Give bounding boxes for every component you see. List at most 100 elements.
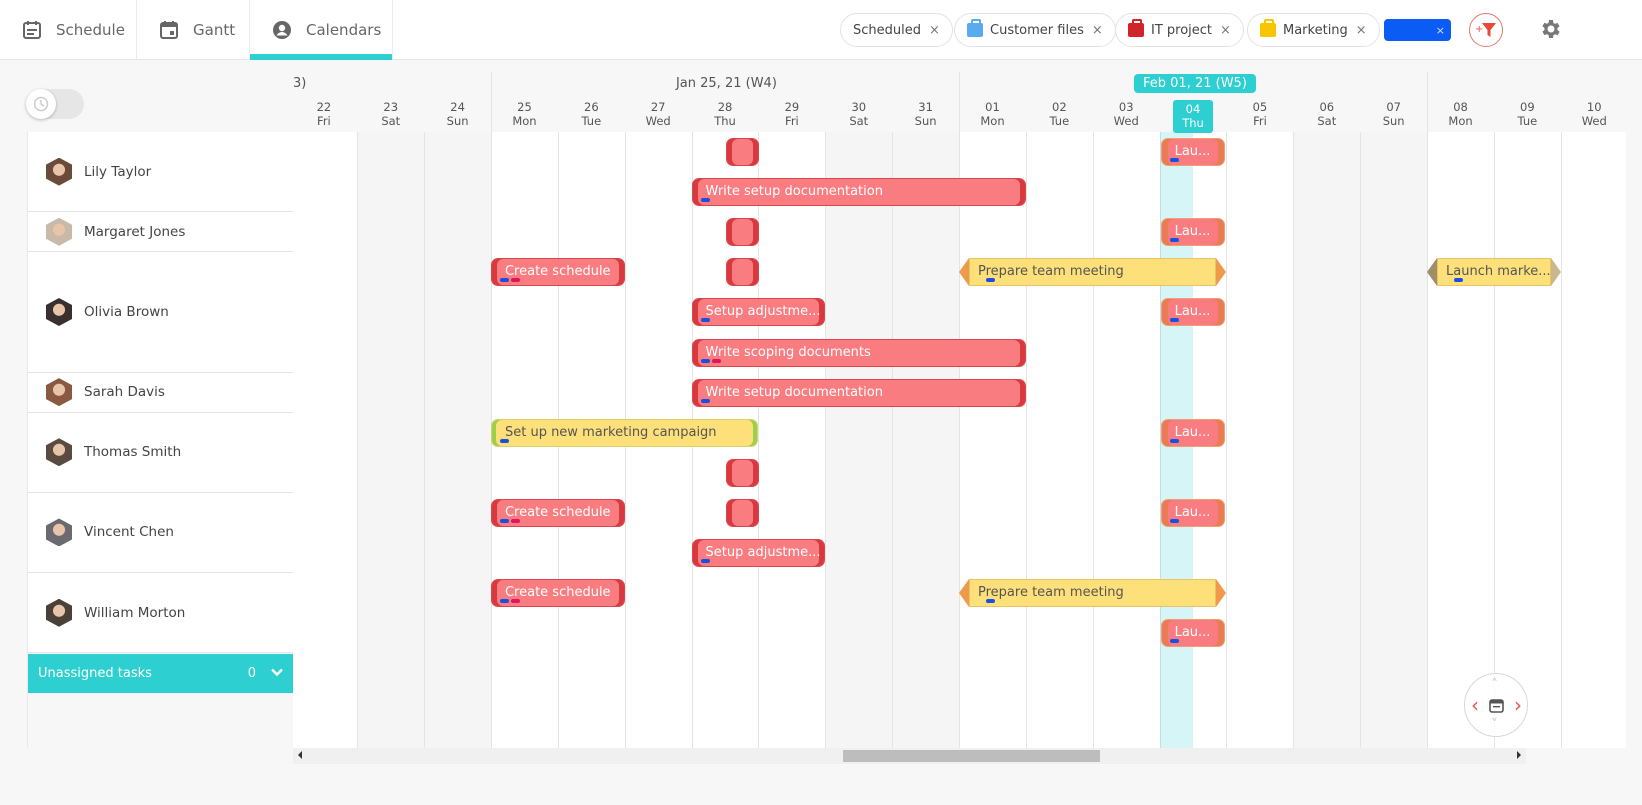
day-header[interactable]: 01 Mon <box>959 100 1026 128</box>
blue-marker <box>986 599 995 604</box>
resource-row[interactable]: Vincent Chen <box>28 492 294 574</box>
task-markers <box>1169 158 1179 162</box>
scroll-right-arrow[interactable] <box>1517 751 1521 759</box>
day-of-week: Sun <box>914 114 937 128</box>
day-header[interactable]: 10 Wed <box>1561 100 1628 128</box>
day-header[interactable]: 25 Mon <box>491 100 558 128</box>
task-bar[interactable]: Lau... <box>1160 619 1226 648</box>
close-icon[interactable]: × <box>1436 24 1445 37</box>
task-label: Lau... <box>1174 224 1211 240</box>
day-header[interactable]: 28 Thu <box>692 100 759 128</box>
horizontal-scrollbar[interactable] <box>293 748 1526 764</box>
add-filter-button[interactable]: + <box>1469 13 1503 47</box>
task-bar[interactable] <box>725 498 759 527</box>
day-of-week: Thu <box>1182 116 1204 130</box>
unassigned-tasks-bar[interactable]: Unassigned tasks 0 <box>28 654 294 693</box>
calendar-icon[interactable] <box>1489 698 1504 713</box>
milestone-bar[interactable]: Launch marke... <box>1437 258 1551 287</box>
close-icon[interactable]: × <box>1092 23 1103 38</box>
filter-chip-scheduled[interactable]: Scheduled × <box>840 13 953 47</box>
resource-row[interactable]: Olivia Brown <box>28 252 294 373</box>
close-icon[interactable]: × <box>1220 23 1231 38</box>
task-bar[interactable]: Create schedule <box>490 498 625 527</box>
day-number: 06 <box>1319 100 1335 114</box>
milestone-bar[interactable]: Prepare team meeting <box>969 579 1217 608</box>
task-label: Write scoping documents <box>705 344 871 360</box>
gear-icon[interactable] <box>1538 17 1562 41</box>
day-header[interactable]: 05 Fri <box>1226 100 1293 128</box>
task-bar[interactable]: Lau... <box>1160 418 1226 447</box>
resource-row[interactable]: Margaret Jones <box>28 212 294 253</box>
resource-row[interactable]: Lily Taylor <box>28 132 294 213</box>
blue-marker <box>986 278 995 283</box>
close-icon[interactable]: × <box>929 23 940 38</box>
task-bar[interactable] <box>725 258 759 287</box>
task-bar[interactable]: Write setup documentation <box>691 178 1026 207</box>
day-header[interactable]: 26 Tue <box>558 100 625 128</box>
nav-up-button[interactable]: ˄ <box>1491 678 1498 692</box>
day-header[interactable]: 09 Tue <box>1494 100 1561 128</box>
nav-next-button[interactable]: › <box>1514 695 1522 715</box>
day-header[interactable]: 02 Tue <box>1026 100 1093 128</box>
day-header[interactable]: 04 Thu <box>1173 100 1213 133</box>
task-bar[interactable]: Lau... <box>1160 218 1226 247</box>
resource-row[interactable]: Thomas Smith <box>28 412 294 493</box>
blue-marker <box>700 198 710 203</box>
blue-marker <box>499 278 509 283</box>
task-bar[interactable]: Create schedule <box>490 579 625 608</box>
scroll-left-arrow[interactable] <box>298 751 302 759</box>
blue-marker <box>700 318 710 323</box>
tab-gantt[interactable]: Gantt <box>137 0 250 60</box>
day-column <box>959 132 1026 748</box>
task-bar[interactable] <box>725 218 759 247</box>
task-bar[interactable]: Lau... <box>1160 498 1226 527</box>
task-markers <box>700 198 710 203</box>
tab-calendars[interactable]: Calendars <box>250 0 393 60</box>
task-label: Lau... <box>1174 424 1211 440</box>
day-header[interactable]: 31 Sun <box>892 100 959 128</box>
day-header[interactable]: 24 Sun <box>424 100 491 128</box>
filter-chip-marketing[interactable]: Marketing × <box>1247 13 1380 47</box>
task-bar[interactable] <box>725 458 759 487</box>
day-header[interactable]: 03 Wed <box>1093 100 1160 128</box>
milestone-start-arrow <box>1427 258 1438 287</box>
day-header[interactable]: 29 Fri <box>758 100 825 128</box>
time-toggle[interactable] <box>26 89 84 119</box>
milestone-bar[interactable]: Prepare team meeting <box>969 258 1217 287</box>
day-header[interactable]: 30 Sat <box>825 100 892 128</box>
task-bar[interactable]: Setup adjustme... <box>691 539 826 567</box>
pink-marker <box>510 518 520 523</box>
task-bar[interactable]: Lau... <box>1160 138 1226 166</box>
task-bar[interactable]: Lau... <box>1160 298 1226 327</box>
filter-chip-customer-files[interactable]: Customer files × <box>954 13 1116 47</box>
day-header[interactable]: 07 Sun <box>1360 100 1427 128</box>
day-header[interactable]: 23 Sat <box>357 100 424 128</box>
nav-prev-button[interactable]: ‹ <box>1471 695 1479 715</box>
task-bar[interactable]: Create schedule <box>490 258 625 287</box>
resource-row[interactable]: William Morton <box>28 573 294 654</box>
task-bar[interactable]: Setup adjustme... <box>691 298 826 327</box>
chevron-down-icon[interactable] <box>270 665 284 679</box>
day-of-week: Fri <box>785 114 799 128</box>
task-label: Lau... <box>1174 625 1211 641</box>
day-header[interactable]: 06 Sat <box>1293 100 1360 128</box>
day-header[interactable]: 27 Wed <box>625 100 692 128</box>
toggle-knob[interactable] <box>26 89 56 119</box>
day-header[interactable]: 22 Fri <box>293 100 357 128</box>
task-label: Write setup documentation <box>705 184 883 200</box>
task-bar[interactable]: Write setup documentation <box>691 378 1026 407</box>
filter-chip-color[interactable]: × <box>1384 19 1451 41</box>
tab-schedule[interactable]: Schedule <box>0 0 137 60</box>
nav-down-button[interactable]: ˅ <box>1491 718 1498 732</box>
day-number: 27 <box>650 100 666 114</box>
day-header[interactable]: 08 Mon <box>1427 100 1494 128</box>
resource-row[interactable]: Sarah Davis <box>28 372 294 413</box>
task-bar[interactable] <box>725 138 759 166</box>
day-of-week: Sat <box>849 114 869 128</box>
close-icon[interactable]: × <box>1356 23 1367 38</box>
task-bar[interactable]: Write scoping documents <box>691 338 1026 367</box>
filter-chip-it-project[interactable]: IT project × <box>1115 13 1244 47</box>
scroll-thumb[interactable] <box>843 750 1100 762</box>
task-bar[interactable]: Set up new marketing campaign <box>490 418 759 447</box>
day-column <box>825 132 893 748</box>
